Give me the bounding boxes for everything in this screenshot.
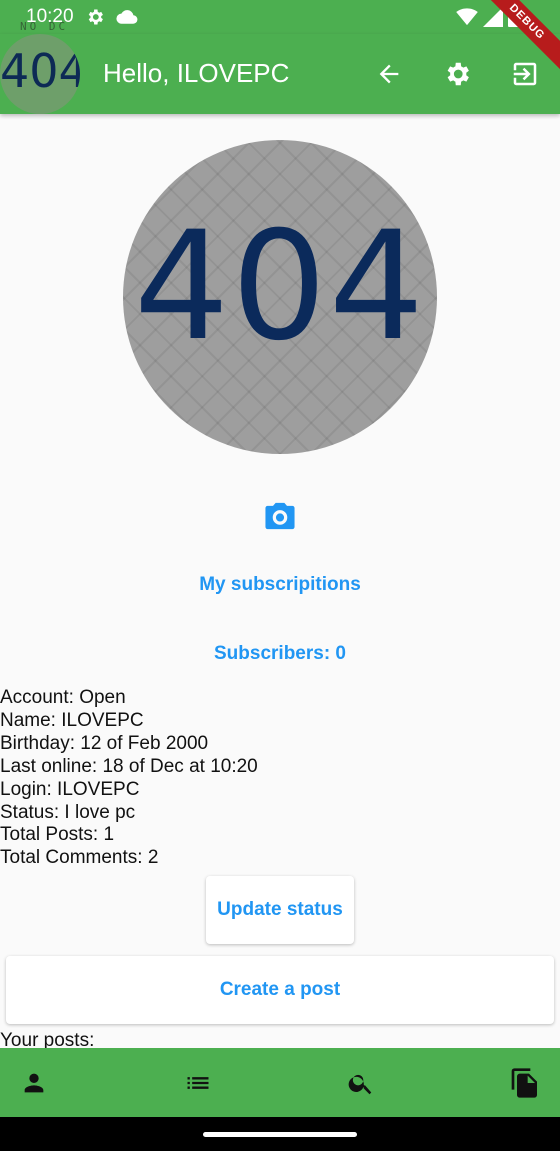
app-bar-avatar[interactable]: 404 xyxy=(0,34,80,114)
name-text: Name: ILOVEPC xyxy=(0,709,144,731)
total-comments-text: Total Comments: 2 xyxy=(0,847,159,869)
total-posts-text: Total Posts: 1 xyxy=(0,824,115,846)
my-subscriptions-button[interactable]: My subscripitions xyxy=(0,574,560,596)
home-indicator[interactable] xyxy=(203,1132,357,1137)
list-icon xyxy=(187,1076,209,1089)
update-status-button[interactable]: Update status xyxy=(206,876,354,944)
nav-documents[interactable] xyxy=(455,1048,560,1117)
settings-button[interactable] xyxy=(439,56,475,92)
signal-icon xyxy=(483,7,503,32)
app-bar-title: Hello, ILOVEPC xyxy=(103,58,290,88)
change-photo-button[interactable] xyxy=(262,500,298,532)
settings-icon xyxy=(447,62,469,86)
login-text: Login: ILOVEPC xyxy=(0,778,140,800)
profile-avatar-text: 404 xyxy=(133,200,427,374)
debug-overlay-text: NO DC xyxy=(20,20,69,33)
back-button[interactable] xyxy=(371,56,407,92)
status-bar: 10:20 xyxy=(0,0,560,34)
profile-avatar[interactable]: 404 xyxy=(123,140,437,454)
subscribers-button[interactable]: Subscribers: 0 xyxy=(0,643,560,665)
status-text: Status: I love pc xyxy=(0,801,136,823)
documents-icon xyxy=(511,1067,537,1098)
wifi-icon xyxy=(456,8,478,31)
nav-feed[interactable] xyxy=(128,1048,268,1117)
camera-icon xyxy=(265,502,295,530)
nav-search[interactable] xyxy=(291,1048,431,1117)
app-bar-avatar-text: 404 xyxy=(0,44,80,98)
exit-icon xyxy=(513,62,537,86)
last-online-text: Last online: 18 of Dec at 10:20 xyxy=(0,755,258,777)
gear-icon xyxy=(85,7,105,32)
account-text: Account: Open xyxy=(0,687,126,708)
back-arrow-icon xyxy=(379,64,399,84)
nav-profile[interactable] xyxy=(0,1048,104,1117)
logout-button[interactable] xyxy=(507,56,543,92)
birthday-text: Birthday: 12 of Feb 2000 xyxy=(0,732,209,754)
create-post-button[interactable]: Create a post xyxy=(6,956,554,1024)
person-icon xyxy=(24,1073,44,1092)
app-bar: 404 Hello, ILOVEPC xyxy=(0,34,560,114)
search-icon xyxy=(348,1074,372,1094)
profile-info: Account: Open Name: ILOVEPC Birthday: 12… xyxy=(0,687,258,870)
system-nav-bar xyxy=(0,1117,560,1151)
cloud-icon xyxy=(116,9,138,30)
bottom-nav xyxy=(0,1048,560,1117)
